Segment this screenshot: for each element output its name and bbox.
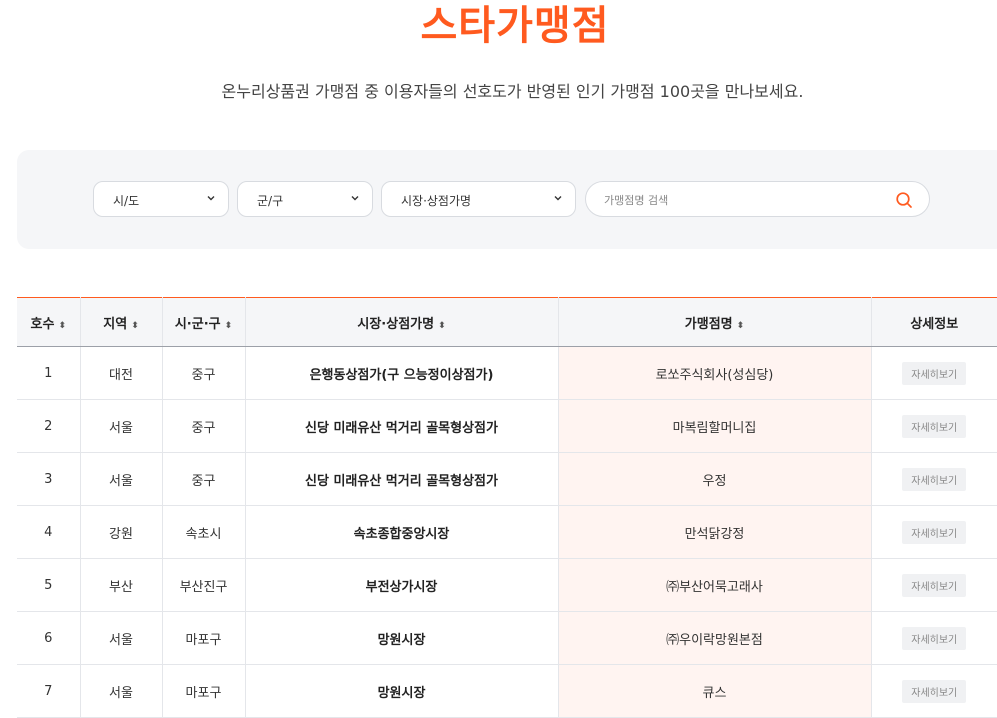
cell-market: 은행동상점가(구 으능정이상점가) [245, 346, 559, 400]
sido-select[interactable]: 시/도 [93, 181, 229, 217]
cell-detail: 자세히보기 [871, 399, 997, 453]
cell-store: ㈜우이락망원본점 [558, 611, 872, 665]
cell-detail: 자세히보기 [871, 452, 997, 506]
detail-button[interactable]: 자세히보기 [902, 626, 967, 650]
cell-district: 마포구 [162, 664, 246, 718]
table-header-row: 호수 ⬍ 지역 ⬍ 시·군·구 ⬍ 시장·상점가명 ⬍ 가맹점명 ⬍ 상세정보 [17, 297, 997, 347]
cell-region: 서울 [80, 452, 163, 506]
sido-select-label: 시/도 [113, 194, 140, 208]
cell-market: 부전상가시장 [245, 558, 559, 612]
page-title: 스타가맹점 [420, 3, 610, 49]
cell-no: 3 [17, 452, 81, 506]
cell-detail: 자세히보기 [871, 346, 997, 400]
chevron-down-icon [207, 196, 215, 201]
market-select-label: 시장·상점가명 [401, 194, 472, 208]
cell-district: 중구 [162, 399, 246, 453]
cell-no: 6 [17, 611, 81, 665]
column-header-detail: 상세정보 [871, 297, 997, 347]
cell-district: 중구 [162, 452, 246, 506]
table-row: 1 대전 중구 은행동상점가(구 으능정이상점가) 로쏘주식회사(성심당) 자세… [17, 346, 997, 400]
column-header-label: 시·군·구 [174, 316, 221, 332]
detail-button[interactable]: 자세히보기 [902, 573, 967, 597]
cell-detail: 자세히보기 [871, 505, 997, 559]
cell-no: 7 [17, 664, 81, 718]
gungu-select-label: 군/구 [257, 194, 284, 208]
detail-button[interactable]: 자세히보기 [902, 414, 967, 438]
column-header-label: 시장·상점가명 [357, 316, 435, 332]
cell-region: 대전 [80, 346, 163, 400]
cell-market: 망원시장 [245, 664, 559, 718]
column-header-region[interactable]: 지역 ⬍ [80, 297, 163, 347]
page-subtitle: 온누리상품권 가맹점 중 이용자들의 선호도가 반영된 인기 가맹점 100곳을… [221, 82, 804, 101]
sort-icon: ⬍ [58, 320, 66, 331]
detail-button[interactable]: 자세히보기 [902, 520, 967, 544]
cell-region: 강원 [80, 505, 163, 559]
cell-market: 망원시장 [245, 611, 559, 665]
cell-detail: 자세히보기 [871, 664, 997, 718]
table-row: 3 서울 중구 신당 미래유산 먹거리 골목형상점가 우정 자세히보기 [17, 452, 997, 506]
chevron-down-icon [351, 196, 359, 201]
cell-region: 서울 [80, 399, 163, 453]
cell-no: 2 [17, 399, 81, 453]
column-header-district[interactable]: 시·군·구 ⬍ [162, 297, 246, 347]
store-search-input[interactable] [602, 190, 886, 210]
sort-icon: ⬍ [224, 320, 233, 331]
cell-region: 서울 [80, 611, 163, 665]
market-select[interactable]: 시장·상점가명 [381, 181, 576, 217]
cell-no: 4 [17, 505, 81, 559]
detail-button[interactable]: 자세히보기 [902, 679, 967, 703]
column-header-label: 지역 [103, 316, 128, 332]
cell-district: 마포구 [162, 611, 246, 665]
column-header-no[interactable]: 호수 ⬍ [17, 297, 81, 347]
cell-detail: 자세히보기 [871, 611, 997, 665]
cell-market: 속초종합중앙시장 [245, 505, 559, 559]
cell-region: 부산 [80, 558, 163, 612]
cell-store: 우정 [558, 452, 872, 506]
store-table: 호수 ⬍ 지역 ⬍ 시·군·구 ⬍ 시장·상점가명 ⬍ 가맹점명 ⬍ 상세정보 1 대전 … [17, 297, 997, 718]
column-header-market[interactable]: 시장·상점가명 ⬍ [245, 297, 559, 347]
search-icon[interactable] [895, 191, 913, 209]
column-header-label: 가맹점명 [684, 316, 733, 332]
filter-panel: 시/도 군/구 시장·상점가명 [17, 150, 997, 249]
column-header-store[interactable]: 가맹점명 ⬍ [558, 297, 872, 347]
cell-market: 신당 미래유산 먹거리 골목형상점가 [245, 399, 559, 453]
sort-icon: ⬍ [131, 320, 139, 331]
cell-store: 로쏘주식회사(성심당) [558, 346, 872, 400]
detail-button[interactable]: 자세히보기 [902, 361, 967, 385]
cell-store: 만석닭강정 [558, 505, 872, 559]
cell-region: 서울 [80, 664, 163, 718]
cell-district: 속초시 [162, 505, 246, 559]
cell-store: 큐스 [558, 664, 872, 718]
cell-district: 부산진구 [162, 558, 246, 612]
table-row: 7 서울 마포구 망원시장 큐스 자세히보기 [17, 664, 997, 718]
cell-no: 5 [17, 558, 81, 612]
table-row: 5 부산 부산진구 부전상가시장 ㈜부산어묵고래사 자세히보기 [17, 558, 997, 612]
table-row: 6 서울 마포구 망원시장 ㈜우이락망원본점 자세히보기 [17, 611, 997, 665]
cell-district: 중구 [162, 346, 246, 400]
column-header-label: 상세정보 [910, 316, 959, 332]
gungu-select[interactable]: 군/구 [237, 181, 373, 217]
cell-store: 마복림할머니집 [558, 399, 872, 453]
cell-market: 신당 미래유산 먹거리 골목형상점가 [245, 452, 559, 506]
sort-icon: ⬍ [438, 320, 446, 331]
cell-no: 1 [17, 346, 81, 400]
cell-store: ㈜부산어묵고래사 [558, 558, 872, 612]
chevron-down-icon [554, 196, 562, 201]
cell-detail: 자세히보기 [871, 558, 997, 612]
store-search [585, 181, 930, 217]
column-header-label: 호수 [30, 316, 55, 332]
sort-icon: ⬍ [736, 320, 745, 331]
table-row: 2 서울 중구 신당 미래유산 먹거리 골목형상점가 마복림할머니집 자세히보기 [17, 399, 997, 453]
table-row: 4 강원 속초시 속초종합중앙시장 만석닭강정 자세히보기 [17, 505, 997, 559]
detail-button[interactable]: 자세히보기 [902, 467, 967, 491]
